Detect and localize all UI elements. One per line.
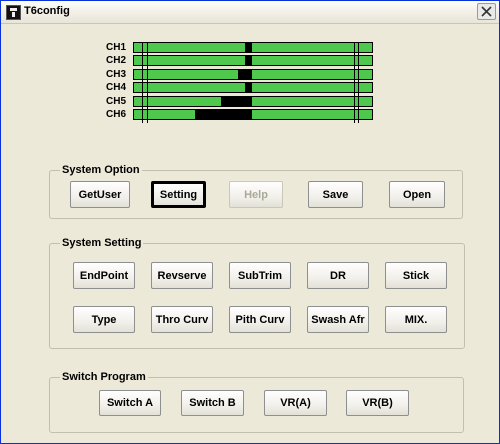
channel-bar <box>133 109 373 120</box>
channel-level <box>195 110 252 119</box>
endpoint-marker <box>358 42 359 123</box>
stick-button[interactable]: Stick <box>385 262 447 289</box>
subtrim-button[interactable]: SubTrim <box>229 262 291 289</box>
channel-label: CH6 <box>106 109 127 120</box>
switch-program-title: Switch Program <box>62 371 146 383</box>
channel-level <box>245 83 252 92</box>
mix-button[interactable]: MIX. <box>385 306 447 333</box>
channel-label: CH4 <box>106 82 127 93</box>
switch-b-button[interactable]: Switch B <box>181 390 244 416</box>
endpoint-marker <box>147 42 148 123</box>
close-icon <box>481 6 492 17</box>
channel-bar <box>133 55 373 66</box>
app-icon <box>6 5 21 20</box>
vr-b-button[interactable]: VR(B) <box>346 390 409 416</box>
system-option-title: System Option <box>62 164 140 176</box>
endpoint-marker <box>354 42 355 123</box>
endpoint-marker <box>142 42 143 123</box>
getuser-button[interactable]: GetUser <box>70 181 130 208</box>
app-window: T6config CH1 CH2 CH3 CH4 CH5 CH6 System … <box>0 0 500 444</box>
channel-bar <box>133 69 373 80</box>
channel-label: CH1 <box>106 42 127 53</box>
channel-label: CH3 <box>106 69 127 80</box>
channel-level <box>245 43 252 52</box>
system-setting-title: System Setting <box>62 237 142 249</box>
endpoint-button[interactable]: EndPoint <box>73 262 135 289</box>
channel-level <box>238 70 252 79</box>
vr-a-button[interactable]: VR(A) <box>264 390 327 416</box>
window-title: T6config <box>24 5 70 17</box>
open-button[interactable]: Open <box>389 181 445 208</box>
close-button[interactable] <box>477 3 496 20</box>
title-bar[interactable]: T6config <box>1 1 499 24</box>
channel-bar <box>133 42 373 53</box>
swash-afr-button[interactable]: Swash Afr <box>307 306 369 333</box>
dr-button[interactable]: DR <box>307 262 369 289</box>
pitch-curve-button[interactable]: Pith Curv <box>229 306 291 333</box>
switch-a-button[interactable]: Switch A <box>99 390 161 416</box>
channel-bar <box>133 82 373 93</box>
save-button[interactable]: Save <box>308 181 363 208</box>
help-button[interactable]: Help <box>229 181 283 208</box>
channel-label: CH2 <box>106 55 127 66</box>
channel-bar <box>133 96 373 107</box>
type-button[interactable]: Type <box>73 306 135 333</box>
channel-level <box>221 97 252 106</box>
channel-label: CH5 <box>106 96 127 107</box>
setting-button[interactable]: Setting <box>151 181 206 208</box>
throttle-curve-button[interactable]: Thro Curv <box>151 306 213 333</box>
channel-level <box>245 56 252 65</box>
reverse-button[interactable]: Revserve <box>151 262 213 289</box>
